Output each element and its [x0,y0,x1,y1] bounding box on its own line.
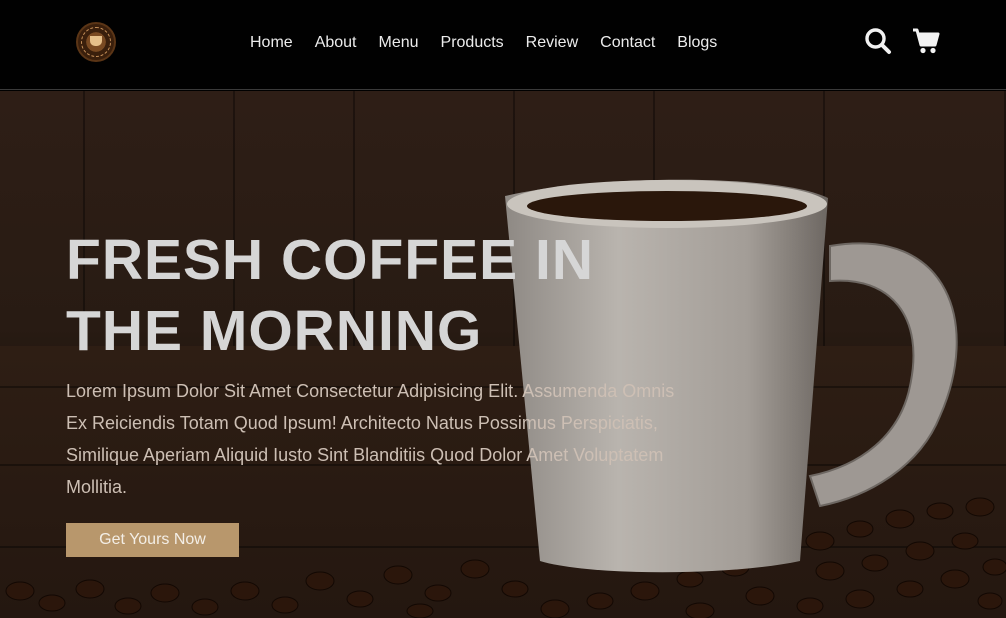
hero-title: FRESH COFFEE IN THE MORNING [66,225,626,367]
logo-cup [90,36,102,46]
nav-review[interactable]: Review [526,31,578,55]
hero-title-line-2: THE MORNING [66,299,483,363]
nav-contact[interactable]: Contact [600,31,655,55]
nav-blogs[interactable]: Blogs [677,31,717,55]
coffee-logo-icon[interactable] [76,22,116,62]
search-icon[interactable] [864,27,892,55]
nav-products[interactable]: Products [441,31,504,55]
site-header: Home About Menu Products Review Contact … [0,0,1006,90]
nav-about[interactable]: About [315,31,357,55]
header-icons [864,27,940,55]
cart-icon[interactable] [912,27,940,55]
hero-section: FRESH COFFEE IN THE MORNING Lorem Ipsum … [0,91,1006,618]
main-nav: Home About Menu Products Review Contact … [250,31,739,55]
nav-home[interactable]: Home [250,31,293,55]
hero-title-line-1: FRESH COFFEE IN [66,228,595,292]
hero-description: Lorem Ipsum Dolor Sit Amet Consectetur A… [66,381,675,497]
nav-menu[interactable]: Menu [379,31,419,55]
get-yours-now-button[interactable]: Get Yours Now [66,523,239,557]
